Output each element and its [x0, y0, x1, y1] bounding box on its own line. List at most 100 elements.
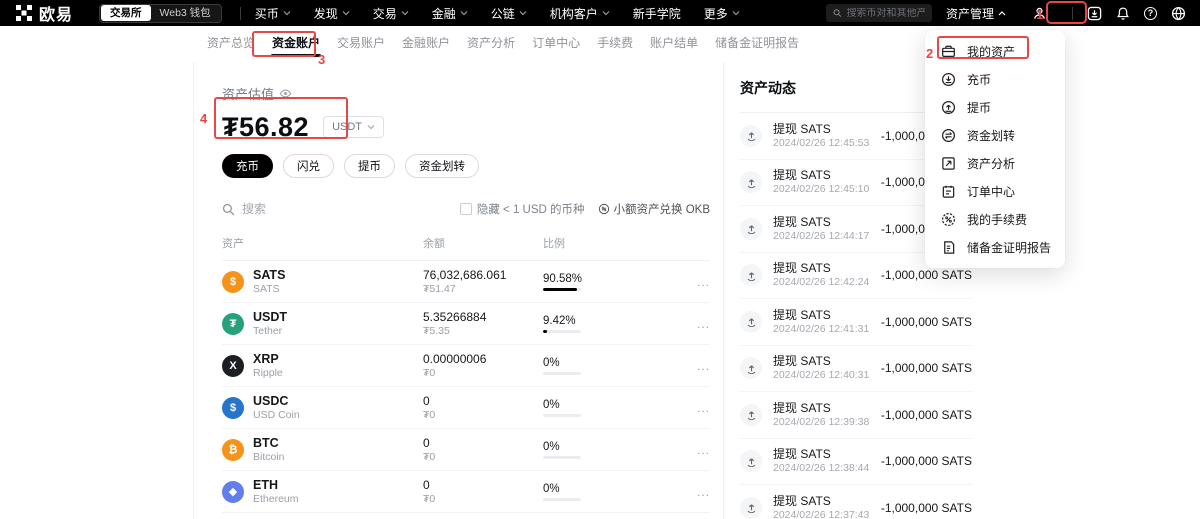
activity-item[interactable]: 提现 SATS 2024/02/26 12:37:43 -1,000,000 S…: [740, 485, 972, 519]
okx-logo[interactable]: 欧易: [16, 1, 73, 25]
coin-fiat-value: ₮0: [423, 493, 543, 505]
okx-pinwheel-icon: [16, 5, 32, 21]
usdc-coin-icon: $: [222, 397, 244, 419]
toggle-exchange[interactable]: 交易所: [101, 5, 151, 21]
convert-small-assets-link[interactable]: 小额资产兑换 OKB: [598, 201, 710, 217]
menu-item-提币[interactable]: 提币: [925, 93, 1065, 121]
activity-item-time: 2024/02/26 12:44:17: [773, 230, 881, 243]
coin-percent: 90.58%: [543, 273, 663, 285]
topbar-nav-item[interactable]: 买币: [255, 5, 291, 22]
withdraw-arrow-icon: [740, 450, 762, 472]
coin-symbol: SATS: [253, 268, 285, 282]
report-icon: [941, 240, 956, 255]
coin-fiat-value: ₮5.35: [423, 325, 543, 337]
tab-交易账户[interactable]: 交易账户: [335, 25, 387, 60]
menu-item-充币[interactable]: 充币: [925, 65, 1065, 93]
activity-item-time: 2024/02/26 12:42:24: [773, 276, 881, 289]
topbar-search[interactable]: [826, 4, 932, 22]
asset-row-sats: $ SATS SATS 76,032,686.061 ₮51.47 90.58%…: [222, 261, 710, 303]
checkbox-icon[interactable]: [460, 203, 472, 215]
chevron-down-icon: [283, 11, 291, 16]
menu-item-订单中心[interactable]: 订单中心: [925, 177, 1065, 205]
coin-name: Ripple: [253, 367, 283, 379]
tab-储备金证明报告[interactable]: 储备金证明报告: [713, 25, 801, 60]
notifications-button[interactable]: [1116, 6, 1130, 21]
coin-symbol: XRP: [253, 352, 283, 366]
action-闪兑[interactable]: 闪兑: [283, 154, 334, 178]
menu-item-资产分析[interactable]: 资产分析: [925, 149, 1065, 177]
menu-item-储备金证明报告[interactable]: 储备金证明报告: [925, 233, 1065, 261]
topbar-search-input[interactable]: [847, 8, 925, 19]
tab-账户结单[interactable]: 账户结单: [648, 25, 700, 60]
activity-item-time: 2024/02/26 12:40:31: [773, 369, 881, 382]
asset-row-usdc: $ USDC USD Coin 0 ₮0 0% ...: [222, 387, 710, 429]
withdraw-arrow-icon: [740, 497, 762, 519]
topbar-nav-item[interactable]: 金融: [432, 5, 468, 22]
tab-资产总览[interactable]: 资产总览: [205, 25, 257, 60]
download-icon: [1087, 6, 1102, 21]
activity-item[interactable]: 提现 SATS 2024/02/26 12:40:31 -1,000,000 S…: [740, 346, 972, 393]
withdraw-arrow-icon: [740, 171, 762, 193]
header-balance: 余额: [423, 235, 543, 251]
topbar-nav-item[interactable]: 交易: [373, 5, 409, 22]
asset-search[interactable]: [222, 202, 460, 216]
right-divider: [723, 62, 724, 519]
coin-fiat-value: ₮0: [423, 409, 543, 421]
tab-订单中心[interactable]: 订单中心: [530, 25, 582, 60]
download-app-button[interactable]: [1087, 6, 1102, 21]
language-button[interactable]: [1171, 6, 1186, 21]
left-divider: [193, 62, 194, 519]
row-more-button[interactable]: ...: [663, 317, 710, 331]
menu-item-资金划转[interactable]: 资金划转: [925, 121, 1065, 149]
coin-percent: 0%: [543, 399, 663, 411]
menu-item-我的资产[interactable]: 我的资产: [925, 37, 1065, 65]
btc-coin-icon: ₿: [222, 439, 244, 461]
topbar-right: 资产管理 ?: [826, 0, 1200, 26]
activity-item-title: 提现 SATS: [773, 447, 881, 461]
eye-icon[interactable]: [279, 87, 292, 100]
topbar-nav-item[interactable]: 发现: [314, 5, 350, 22]
row-more-button[interactable]: ...: [663, 359, 710, 373]
toggle-web3-wallet[interactable]: Web3 钱包: [151, 5, 220, 21]
activity-item-title: 提现 SATS: [773, 168, 881, 182]
funding-account-panel: 资产估值 ₮56.82 USDT 充币闪兑提币资金划转 隐藏 < 1 USD 的…: [222, 84, 710, 519]
search-icon: [222, 203, 235, 216]
topbar-nav-item[interactable]: 新手学院: [633, 5, 681, 22]
coin-percent: 0%: [543, 483, 663, 495]
bell-icon: [1116, 6, 1130, 21]
row-more-button[interactable]: ...: [663, 401, 710, 415]
tab-资产分析[interactable]: 资产分析: [465, 25, 517, 60]
topbar-divider: [1072, 7, 1073, 20]
row-more-button[interactable]: ...: [663, 485, 710, 499]
topbar-nav-item[interactable]: 更多: [704, 5, 740, 22]
tab-手续费[interactable]: 手续费: [595, 25, 635, 60]
help-button[interactable]: ?: [1144, 7, 1157, 20]
topbar-nav-item[interactable]: 公链: [491, 5, 527, 22]
asset-management-menu[interactable]: 资产管理: [946, 5, 1006, 22]
activity-item[interactable]: 提现 SATS 2024/02/26 12:41:31 -1,000,000 S…: [740, 299, 972, 346]
tab-金融账户[interactable]: 金融账户: [400, 25, 452, 60]
topbar-nav-item[interactable]: 机构客户: [550, 5, 610, 22]
activity-item[interactable]: 提现 SATS 2024/02/26 12:38:44 -1,000,000 S…: [740, 439, 972, 486]
activity-item[interactable]: 提现 SATS 2024/02/26 12:39:38 -1,000,000 S…: [740, 392, 972, 439]
asset-row-usdt: ₮ USDT Tether 5.35266884 ₮5.35 9.42% ...: [222, 303, 710, 345]
currency-select[interactable]: USDT: [323, 116, 384, 138]
tab-资金账户[interactable]: 资金账户: [270, 25, 322, 60]
account-button[interactable]: [1020, 3, 1058, 24]
row-more-button[interactable]: ...: [663, 443, 710, 457]
hide-small-assets-checkbox[interactable]: 隐藏 < 1 USD 的币种: [460, 201, 585, 217]
globe-icon: [1171, 6, 1186, 21]
activity-item-time: 2024/02/26 12:39:38: [773, 416, 881, 429]
menu-item-我的手续费[interactable]: 我的手续费: [925, 205, 1065, 233]
person-icon: [1032, 6, 1047, 21]
activity-item-time: 2024/02/26 12:45:53: [773, 137, 881, 150]
activity-item-title: 提现 SATS: [773, 308, 881, 322]
action-提币[interactable]: 提币: [344, 154, 395, 178]
activity-item-time: 2024/02/26 12:38:44: [773, 462, 881, 475]
row-more-button[interactable]: ...: [663, 275, 710, 289]
action-充币[interactable]: 充币: [222, 154, 273, 178]
asset-search-input[interactable]: [242, 202, 362, 216]
coin-symbol: ETH: [253, 478, 299, 492]
action-资金划转[interactable]: 资金划转: [405, 154, 479, 178]
eth-coin-icon: ◆: [222, 481, 244, 503]
